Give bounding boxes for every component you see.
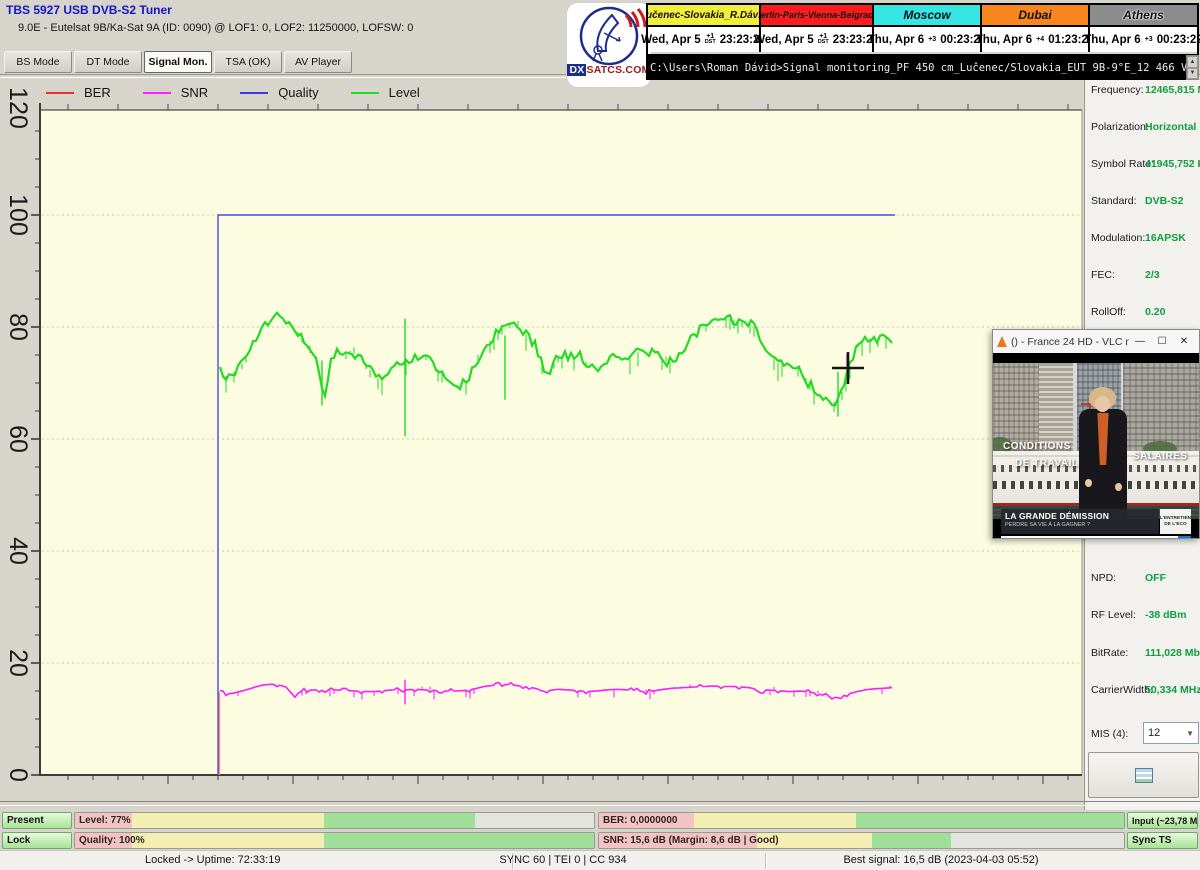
tab-av-player[interactable]: AV Player (284, 51, 352, 73)
panel-row-npd: NPD:OFF (1085, 572, 1200, 588)
level-progress-bar: Level: 77% (74, 812, 595, 829)
ber-line-swatch (46, 92, 74, 94)
svg-text:0: 0 (4, 768, 32, 782)
tab-bs-mode[interactable]: BS Mode (4, 51, 72, 73)
vlc-title-bar[interactable]: () - France 24 HD - VLC medi... — ☐ ✕ (993, 330, 1199, 353)
app-title: TBS 5927 USB DVB-S2 Tuner (6, 3, 172, 17)
quality-line-swatch (240, 92, 268, 94)
tab-dt-mode[interactable]: DT Mode (74, 51, 142, 73)
show-badge: L'ENTRETIENDE L'ECO (1160, 509, 1191, 534)
signal-bar-row-2: Lock Quality: 100% SNR: 15,6 dB (Margin:… (0, 832, 1200, 849)
input-rate-indicator: Input (~23,78 Mbps) (1127, 812, 1198, 829)
caption-de-travail: DE TRAVAIL (1015, 458, 1079, 469)
snr-line-swatch (143, 92, 171, 94)
status-bar: Locked -> Uptime: 72:33:19 SYNC 60 | TEI… (0, 850, 1200, 870)
mis-dropdown[interactable]: 12 ▼ (1143, 722, 1199, 744)
present-indicator: Present (2, 812, 72, 829)
status-divider-2 (765, 853, 766, 869)
vlc-maximize-button[interactable]: ☐ (1151, 330, 1173, 353)
mis-label: MIS (4): (1091, 728, 1128, 740)
level-line-swatch (351, 92, 379, 94)
scroll-down-icon[interactable]: ▼ (1187, 68, 1198, 80)
quality-progress-bar: Quality: 100% (74, 832, 595, 849)
caption-conditions: CONDITIONS (1003, 441, 1071, 452)
panel-row-rf-level: RF Level:-38 dBm (1085, 609, 1200, 625)
legend-quality: Quality (240, 85, 318, 100)
vlc-window-title: () - France 24 HD - VLC medi... (1011, 336, 1129, 348)
lower-third: LA GRANDE DÉMISSION PERDRE SA VIE À LA G… (1001, 509, 1159, 534)
list-icon (1135, 768, 1153, 783)
svg-text:60: 60 (4, 425, 32, 453)
world-clocks: Lučenec-Slovakia_R.Dávid Berlin-Paris-Vi… (646, 3, 1199, 56)
vlc-cone-icon (997, 336, 1007, 347)
panel-row-polarization: Polarization:Horizontal (1085, 121, 1200, 137)
clock-city-berlin: Berlin-Paris-Vienna-Belgrade (761, 5, 874, 27)
ber-progress-bar: BER: 0,0000000 (598, 812, 1125, 829)
logo-text: DXSATCS.COM (567, 64, 650, 76)
tab-signal-mon[interactable]: Signal Mon. (144, 51, 212, 73)
svg-text:120: 120 (4, 87, 32, 129)
clock-time-berlin: Wed, Apr 5 +1DST 23:23:22 (761, 27, 874, 52)
clock-city-athens: Athens (1090, 5, 1197, 27)
chart-legend: BER SNR Quality Level (46, 85, 420, 100)
panel-row-fec: FEC:2/3 (1085, 269, 1200, 285)
svg-text:20: 20 (4, 649, 32, 677)
signal-chart[interactable]: 0 20 40 60 80 100 120 (0, 80, 1084, 810)
command-prompt[interactable]: C:\Users\Roman Dávid>Signal monitoring_P… (646, 55, 1186, 80)
dxsatcs-logo: DXSATCS.COM (566, 2, 652, 88)
legend-ber: BER (46, 85, 111, 100)
console-scrollbar[interactable]: ▲ ▼ (1186, 55, 1199, 80)
news-presenter (1077, 387, 1131, 519)
signal-bar-row-1: Present Level: 77% BER: 0,0000000 Input … (0, 812, 1200, 829)
legend-level: Level (351, 85, 420, 100)
bottom-divider (0, 801, 1200, 806)
sync-ts-indicator: Sync TS (1127, 832, 1198, 849)
clock-time-moscow: Thu, Apr 6 +3 00:23:22 (874, 27, 982, 52)
sync-status: SYNC 60 | TEI 0 | CC 934 (499, 854, 626, 866)
clock-city-moscow: Moscow (874, 5, 982, 27)
tbs-tuner-window: TBS 5927 USB DVB-S2 Tuner 9.0E - Eutelsa… (0, 0, 1200, 870)
uptime-status: Locked -> Uptime: 72:33:19 (145, 854, 280, 866)
mode-tabs: BS Mode DT Mode Signal Mon. TSA (OK) AV … (4, 51, 352, 73)
presenter-face (1095, 396, 1110, 412)
clock-city-dubai: Dubai (982, 5, 1090, 27)
best-signal-status: Best signal: 16,5 dB (2023-04-03 05:52) (843, 854, 1038, 866)
vlc-minimize-button[interactable]: — (1129, 330, 1151, 353)
clock-time-athens: Thu, Apr 6 +3 00:23:22 (1090, 27, 1197, 52)
svg-text:80: 80 (4, 313, 32, 341)
vlc-window: () - France 24 HD - VLC medi... — ☐ ✕ (992, 329, 1200, 539)
satellite-dish-icon (568, 3, 650, 67)
vlc-close-button[interactable]: ✕ (1173, 330, 1195, 353)
panel-row-modulation: Modulation:16APSK (1085, 232, 1200, 248)
vlc-video[interactable]: CONDITIONS DE TRAVAIL SALAIRES LA GRANDE… (993, 353, 1199, 538)
panel-row-symbol-rate: Symbol Rate:41945,752 KS/s (1085, 158, 1200, 174)
panel-settings-button[interactable] (1088, 752, 1199, 798)
panel-row-carrierwidth: CarrierWidth:50,334 MHz (1085, 684, 1200, 700)
clock-city-lucenec: Lučenec-Slovakia_R.Dávid (648, 5, 761, 27)
panel-row-bitrate: BitRate:111,028 Mbit/s (1085, 647, 1200, 663)
tuner-subtitle: 9.0E - Eutelsat 9B/Ka-Sat 9A (ID: 0090) … (18, 22, 413, 34)
legend-snr: SNR (143, 85, 208, 100)
snr-progress-bar: SNR: 15,6 dB (Margin: 8,6 dB | Good) (598, 832, 1125, 849)
news-ticker: ÉTATS-UNIS • Le débat sur les conditions… (1001, 536, 1191, 538)
panel-row-frequency: Frequency:12465,815 MHz (1085, 84, 1200, 100)
presenter-hand-left (1085, 479, 1092, 487)
lock-indicator: Lock (2, 832, 72, 849)
svg-text:40: 40 (4, 537, 32, 565)
panel-row-rolloff: RollOff:0.20 (1085, 306, 1200, 322)
presenter-hand-right (1115, 483, 1122, 491)
panel-row-standard: Standard:DVB-S2 (1085, 195, 1200, 211)
caption-salaires: SALAIRES (1133, 451, 1188, 462)
clock-time-dubai: Thu, Apr 6 +4 01:23:22 (982, 27, 1090, 52)
scroll-up-icon[interactable]: ▲ (1187, 56, 1198, 68)
france24-logo: 24 (1178, 536, 1191, 538)
tab-tsa[interactable]: TSA (OK) (214, 51, 282, 73)
news-scene: CONDITIONS DE TRAVAIL SALAIRES LA GRANDE… (993, 363, 1199, 519)
svg-text:100: 100 (4, 194, 32, 236)
clock-time-lucenec: Wed, Apr 5 +1DST 23:23:22 (648, 27, 761, 52)
signal-chart-area[interactable]: 0 20 40 60 80 100 120 BER SNR Quality Level (0, 80, 1084, 810)
chevron-down-icon: ▼ (1186, 729, 1194, 738)
